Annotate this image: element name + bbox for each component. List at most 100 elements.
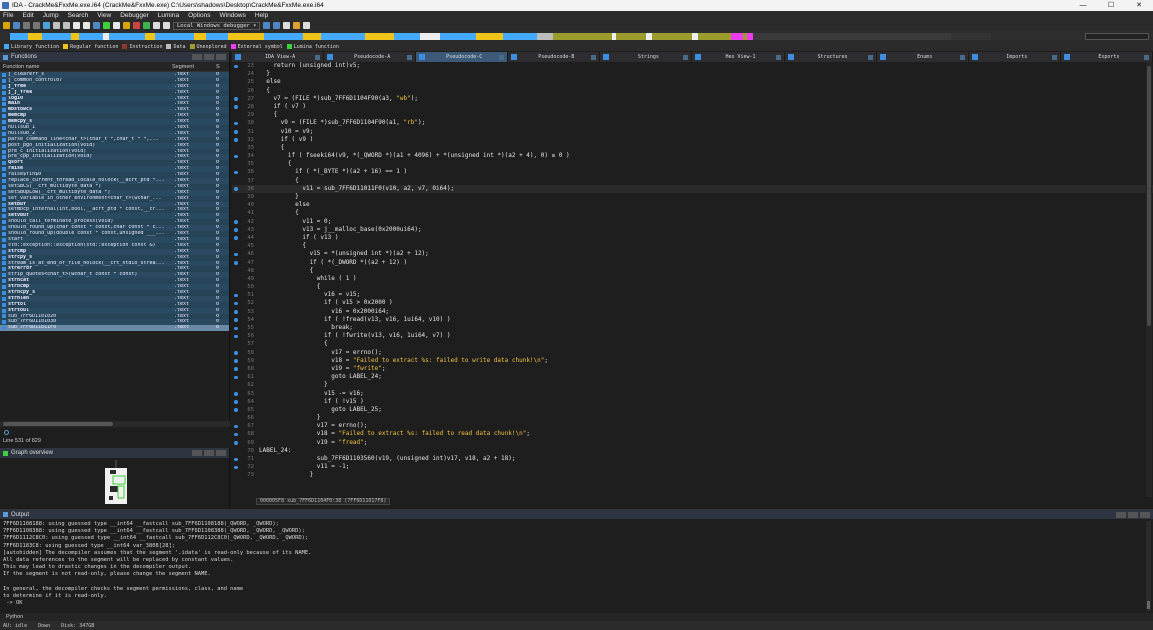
code-line[interactable]: 41 { (232, 209, 1153, 217)
breakpoint-dot-icon[interactable] (232, 340, 240, 348)
tab-close-icon[interactable] (867, 54, 873, 60)
breakpoint-dot-icon[interactable] (232, 136, 240, 144)
debugger-select[interactable]: Local Windows debugger ▾ (173, 21, 261, 30)
breakpoint-dot-icon[interactable] (232, 259, 240, 267)
code-line[interactable]: 64 if ( !v15 ) (232, 398, 1153, 406)
python-input[interactable]: Python (0, 613, 1153, 621)
breakpoint-dot-icon[interactable] (232, 144, 240, 152)
functions-hscrollbar[interactable] (0, 421, 230, 427)
menu-lumina[interactable]: Lumina (158, 12, 179, 19)
breakpoint-dot-icon[interactable] (232, 406, 240, 414)
breakpoint-dot-icon[interactable] (232, 455, 240, 463)
breakpoint-dot-icon[interactable] (232, 160, 240, 168)
code-line[interactable]: 28 if ( v7 ) (232, 103, 1153, 111)
graph-overview-canvas[interactable] (0, 458, 230, 508)
code-line[interactable]: 52 if ( v15 > 0x2000 ) (232, 299, 1153, 307)
lumina-icon[interactable] (103, 22, 110, 29)
breakpoint-dot-icon[interactable] (232, 119, 240, 127)
panel-float-button[interactable] (1128, 512, 1138, 518)
code-line[interactable]: 35 { (232, 160, 1153, 168)
code-line[interactable]: 29 { (232, 111, 1153, 119)
code-line[interactable]: 67 v17 = errno(); (232, 422, 1153, 430)
tab-close-icon[interactable] (499, 54, 505, 60)
menu-jump[interactable]: Jump (43, 12, 59, 19)
breakpoint-dot-icon[interactable] (232, 193, 240, 201)
code-line[interactable]: 49 while ( 1 ) (232, 275, 1153, 283)
breakpoint-dot-icon[interactable] (232, 168, 240, 176)
code-line[interactable]: 43 v13 = j__malloc_base(0x2000ui64); (232, 226, 1153, 234)
tab-pseudocode-b[interactable]: Pseudocode-B (508, 52, 601, 62)
code-line[interactable]: 73 } (232, 471, 1153, 479)
output-scrollbar[interactable] (1146, 521, 1151, 611)
breakpoint-dot-icon[interactable] (232, 398, 240, 406)
tab-close-icon[interactable] (315, 54, 321, 60)
tab-enums[interactable]: Enums (877, 52, 969, 62)
tab-pseudocode-a[interactable]: Pseudocode-A (324, 52, 417, 62)
code-line[interactable]: 55 break; (232, 324, 1153, 332)
breakpoint-dot-icon[interactable] (232, 308, 240, 316)
struct-icon[interactable] (93, 22, 100, 29)
open-icon[interactable] (3, 22, 10, 29)
code-icon[interactable] (73, 22, 80, 29)
run-to-cursor-icon[interactable] (283, 22, 291, 29)
breakpoint-dot-icon[interactable] (232, 357, 240, 365)
code-line[interactable]: 34 if ( fseeki64(v9, *(_QWORD *)(a1 + 40… (232, 152, 1153, 160)
code-line[interactable]: 53 v16 = 0x2000i64; (232, 308, 1153, 316)
breakpoint-dot-icon[interactable] (232, 177, 240, 185)
breakpoint-dot-icon[interactable] (232, 390, 240, 398)
minimize-button[interactable]: — (1069, 0, 1097, 11)
breakpoint-dot-icon[interactable] (232, 299, 240, 307)
code-line[interactable]: 65 goto LABEL_25; (232, 406, 1153, 414)
code-line[interactable]: 47 if ( *(_DWORD *)(a2 + 12) ) (232, 259, 1153, 267)
code-line[interactable]: 69 v19 = "fread"; (232, 439, 1153, 447)
menu-file[interactable]: File (3, 12, 13, 19)
navigation-strip[interactable] (10, 33, 1080, 40)
graph-icon[interactable] (113, 22, 120, 29)
menu-search[interactable]: Search (68, 12, 89, 19)
panel-close-button[interactable] (216, 54, 226, 60)
code-line[interactable]: 27 v7 = (FILE *)sub_7FF6D1104F90(a3, "wb… (232, 95, 1153, 103)
tab-close-icon[interactable] (775, 54, 781, 60)
code-line[interactable]: 66 } (232, 414, 1153, 422)
code-line[interactable]: 59 v18 = "Failed to extract %s: failed t… (232, 357, 1153, 365)
code-line[interactable]: 33 { (232, 144, 1153, 152)
menu-view[interactable]: View (97, 12, 111, 19)
code-line[interactable]: 26 { (232, 87, 1153, 95)
breakpoint-dot-icon[interactable] (232, 267, 240, 275)
breakpoint-dot-icon[interactable] (232, 234, 240, 242)
tab-exports[interactable]: Exports (1061, 52, 1153, 62)
script-icon[interactable] (123, 22, 130, 29)
code-line[interactable]: 60 v19 = "fwrite"; (232, 365, 1153, 373)
breakpoint-dot-icon[interactable] (232, 250, 240, 258)
step-over-icon[interactable] (273, 22, 281, 29)
breakpoint-dot-icon[interactable] (232, 95, 240, 103)
breakpoint-dot-icon[interactable] (232, 152, 240, 160)
code-line[interactable]: 68 v18 = "Failed to extract %s: failed t… (232, 430, 1153, 438)
code-line[interactable]: 38 v11 = sub_7FF6D11011F0(v10, a2, v7, 0… (232, 184, 1153, 193)
code-line[interactable]: 39 } (232, 193, 1153, 201)
menu-windows[interactable]: Windows (219, 12, 245, 19)
tab-close-icon[interactable] (1143, 54, 1149, 60)
breakpoint-dot-icon[interactable] (232, 87, 240, 95)
code-line[interactable]: 42 v11 = 0; (232, 218, 1153, 226)
menu-help[interactable]: Help (255, 12, 268, 19)
pseudocode-scrollbar[interactable] (1146, 62, 1152, 497)
breakpoint-dot-icon[interactable] (232, 218, 240, 226)
code-line[interactable]: 54 if ( !fread(v13, v16, 1ui64, v10) ) (232, 316, 1153, 324)
breakpoint-dot-icon[interactable] (232, 332, 240, 340)
column-s[interactable]: S (216, 64, 220, 70)
code-line[interactable]: 37 { (232, 177, 1153, 185)
code-line[interactable]: 36 if ( *(_BYTE *)(a2 + 16) == 1 ) (232, 168, 1153, 176)
navigation-address-field[interactable] (1085, 33, 1149, 40)
breakpoint-dot-icon[interactable] (232, 430, 240, 438)
breakpoint-dot-icon[interactable] (232, 414, 240, 422)
panel-menu-button[interactable] (192, 54, 202, 60)
breakpoint-dot-icon[interactable] (232, 439, 240, 447)
code-line[interactable]: 32 if ( v9 ) (232, 136, 1153, 144)
code-line[interactable]: 61 goto LABEL_24; (232, 373, 1153, 381)
breakpoint-dot-icon[interactable] (232, 78, 240, 86)
breakpoint-dot-icon[interactable] (232, 381, 240, 389)
breakpoint-dot-icon[interactable] (232, 324, 240, 332)
breakpoint-dot-icon[interactable] (232, 283, 240, 291)
panel-float-button[interactable] (204, 54, 214, 60)
